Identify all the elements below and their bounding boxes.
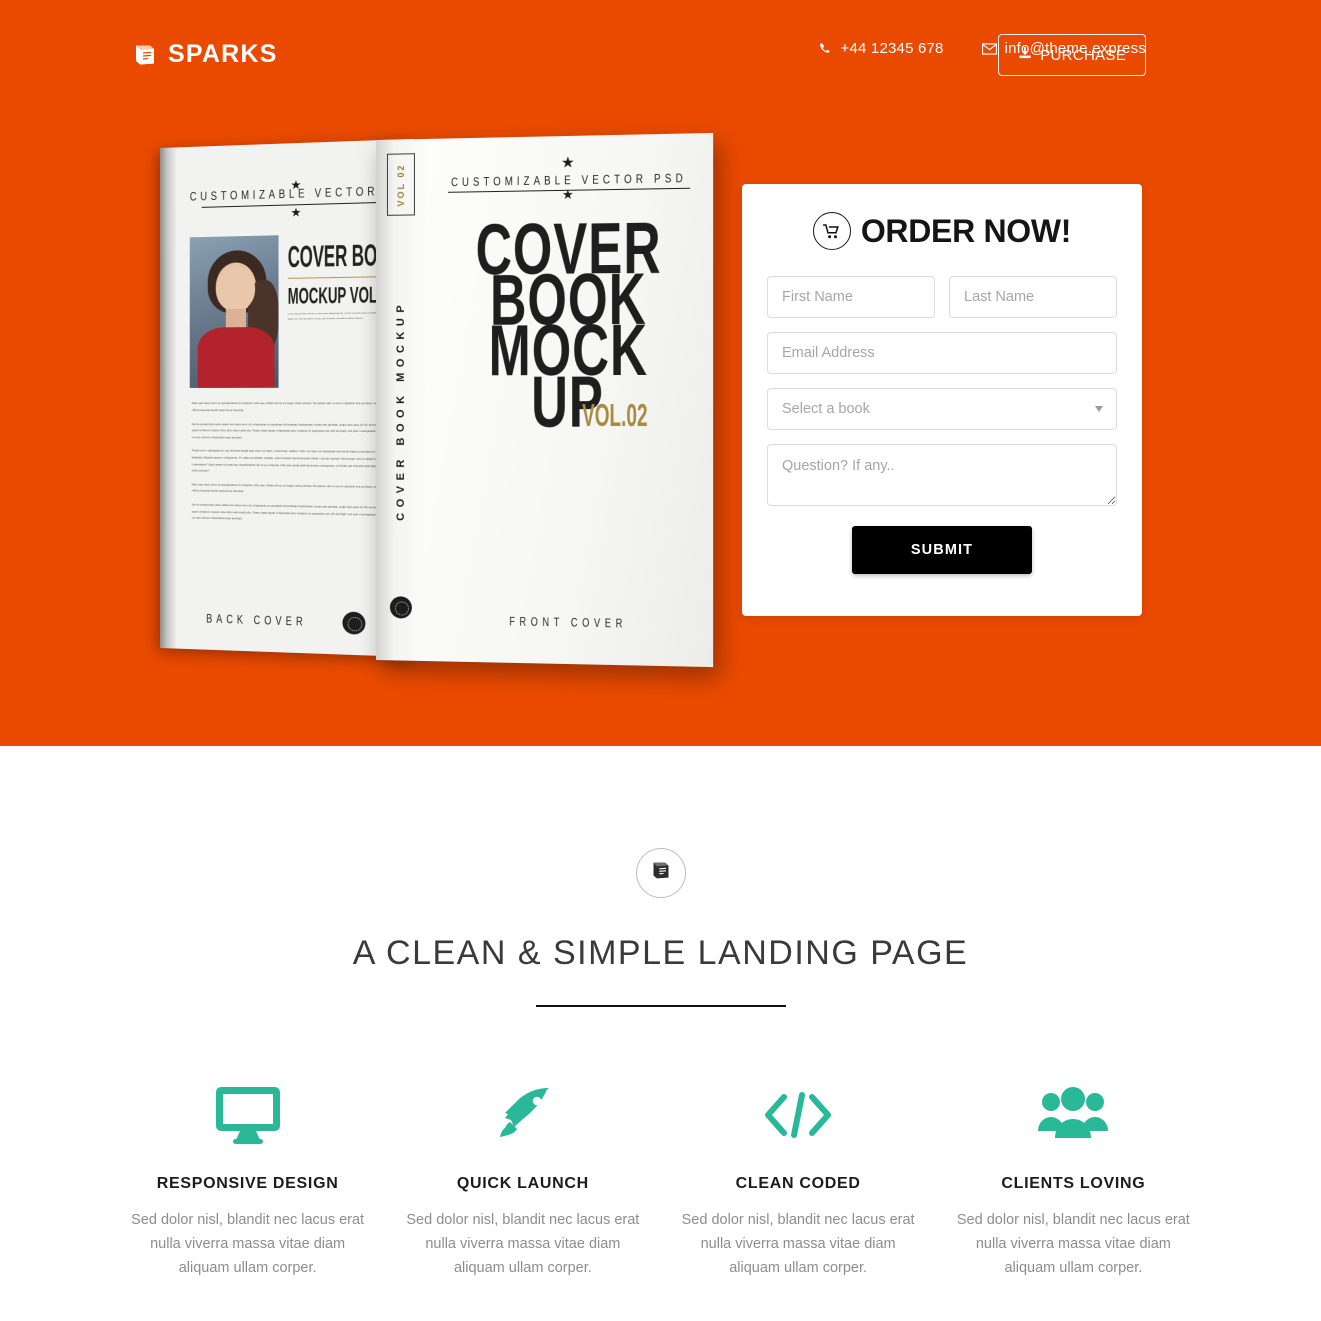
book-mockup-image: ★ CUSTOMIZABLE VECTOR PSD ★ COVER BOOK M…: [150, 132, 730, 685]
star-ornament-bottom: ★: [290, 205, 302, 220]
spine-volume-label: VOL 02: [395, 162, 406, 207]
order-form-header: ORDER NOW!: [767, 212, 1117, 250]
question-textarea[interactable]: [767, 444, 1117, 506]
first-name-input[interactable]: [767, 276, 935, 318]
desktop-monitor-icon: [126, 1079, 369, 1151]
purchase-label: PURCHASE: [1040, 46, 1126, 64]
front-cover-volume: VOL.02: [582, 397, 649, 434]
order-form-card: ORDER NOW! Select a book SUBMIT: [742, 184, 1142, 616]
section-badge: [635, 848, 686, 898]
feature-text: Sed dolor nisl, blandit nec lacus erat n…: [956, 1212, 1190, 1276]
book-spine: VOL 02 COVER BOOK MOCKUP: [376, 138, 426, 662]
back-cover-paragraph: Duis aute irure dolor in reprehenderit i…: [191, 482, 395, 494]
book-icon: [133, 44, 157, 66]
back-cover-paragraph: Sed ut perspiciatis unde omnis iste natu…: [191, 502, 395, 521]
email-input[interactable]: [767, 332, 1117, 374]
purchase-button[interactable]: PURCHASE: [998, 34, 1146, 76]
feature-text: Sed dolor nisl, blandit nec lacus erat n…: [681, 1212, 915, 1276]
order-form-title: ORDER NOW!: [860, 212, 1072, 249]
feature-item-clients-loving: CLIENTS LOVING Sed dolor nisl, blandit n…: [936, 1079, 1211, 1281]
features-section: A CLEAN & SIMPLE LANDING PAGE RESPONSIVE…: [0, 848, 1321, 1321]
hero-section: SPARKS +44 12345 678 info@theme.express …: [0, 0, 1321, 746]
feature-title: CLIENTS LOVING: [1001, 1175, 1146, 1192]
book-select-wrap: Select a book: [767, 388, 1117, 430]
top-navigation-bar: SPARKS +44 12345 678 info@theme.express …: [0, 0, 1321, 108]
spine-volume-box: VOL 02: [386, 153, 415, 216]
back-cover-title: COVER BOOK: [287, 239, 403, 276]
phone-icon: [819, 42, 832, 55]
feature-text: Sed dolor nisl, blandit nec lacus erat n…: [131, 1212, 365, 1276]
seal-badge-icon: [341, 611, 365, 635]
shopping-cart-icon: [812, 212, 851, 250]
back-cover-bottom-label: BACK COVER: [206, 611, 307, 629]
seal-badge-icon: [389, 596, 412, 619]
book-icon: [651, 861, 671, 885]
rocket-icon: [401, 1079, 644, 1151]
book-front-cover: VOL 02 COVER BOOK MOCKUP ★ CUSTOMIZABLE …: [376, 132, 714, 668]
last-name-input[interactable]: [949, 276, 1117, 318]
book-select[interactable]: Select a book: [767, 388, 1117, 430]
submit-button[interactable]: SUBMIT: [852, 526, 1032, 574]
feature-text: Sed dolor nisl, blandit nec lacus erat n…: [406, 1212, 640, 1276]
envelope-icon: [981, 42, 997, 55]
feature-title: CLEAN CODED: [735, 1175, 861, 1192]
back-cover-body-text: Duis aute irure dolor in reprehenderit i…: [192, 400, 395, 524]
brand-logo[interactable]: SPARKS: [133, 42, 278, 67]
section-divider: [535, 1005, 786, 1007]
name-fields-row: [767, 276, 1117, 318]
back-cover-subtitle: MOCKUP VOL: [287, 282, 378, 311]
feature-item-clean-coded: CLEAN CODED Sed dolor nisl, blandit nec …: [661, 1079, 936, 1281]
book-page-edge: [160, 147, 177, 649]
star-ornament-top: ★: [560, 154, 575, 172]
brand-name: SPARKS: [168, 40, 278, 68]
spine-title: COVER BOOK MOCKUP: [394, 299, 407, 521]
feature-item-responsive-design: RESPONSIVE DESIGN Sed dolor nisl, blandi…: [110, 1079, 385, 1281]
spine-title-wrap: COVER BOOK MOCKUP: [376, 244, 426, 575]
front-cover-line-4-wrap: UP VOL.02: [532, 362, 648, 443]
back-cover-paragraph: Duis aute irure dolor in reprehenderit i…: [191, 401, 395, 413]
phone-number: +44 12345 678: [840, 40, 944, 57]
phone-contact[interactable]: +44 12345 678: [819, 40, 943, 57]
front-cover-bottom-label: FRONT COVER: [509, 614, 628, 631]
back-cover-paragraph: Neque porro quisquam est, qui dolorem ip…: [191, 448, 395, 473]
users-group-icon: [952, 1079, 1195, 1151]
download-icon: [1018, 46, 1032, 64]
code-brackets-icon: [677, 1079, 920, 1151]
back-cover-paragraph: Sed ut perspiciatis unde omnis iste natu…: [191, 421, 395, 440]
feature-item-quick-launch: QUICK LAUNCH Sed dolor nisl, blandit nec…: [385, 1079, 660, 1281]
cover-model-photo: [189, 235, 279, 389]
section-title: A CLEAN & SIMPLE LANDING PAGE: [352, 934, 969, 972]
feature-title: QUICK LAUNCH: [456, 1175, 589, 1192]
feature-title: RESPONSIVE DESIGN: [156, 1175, 339, 1192]
front-cover-title-block: COVER BOOK MOCK UP VOL.02: [426, 208, 713, 443]
feature-columns: RESPONSIVE DESIGN Sed dolor nisl, blandi…: [0, 1079, 1321, 1281]
